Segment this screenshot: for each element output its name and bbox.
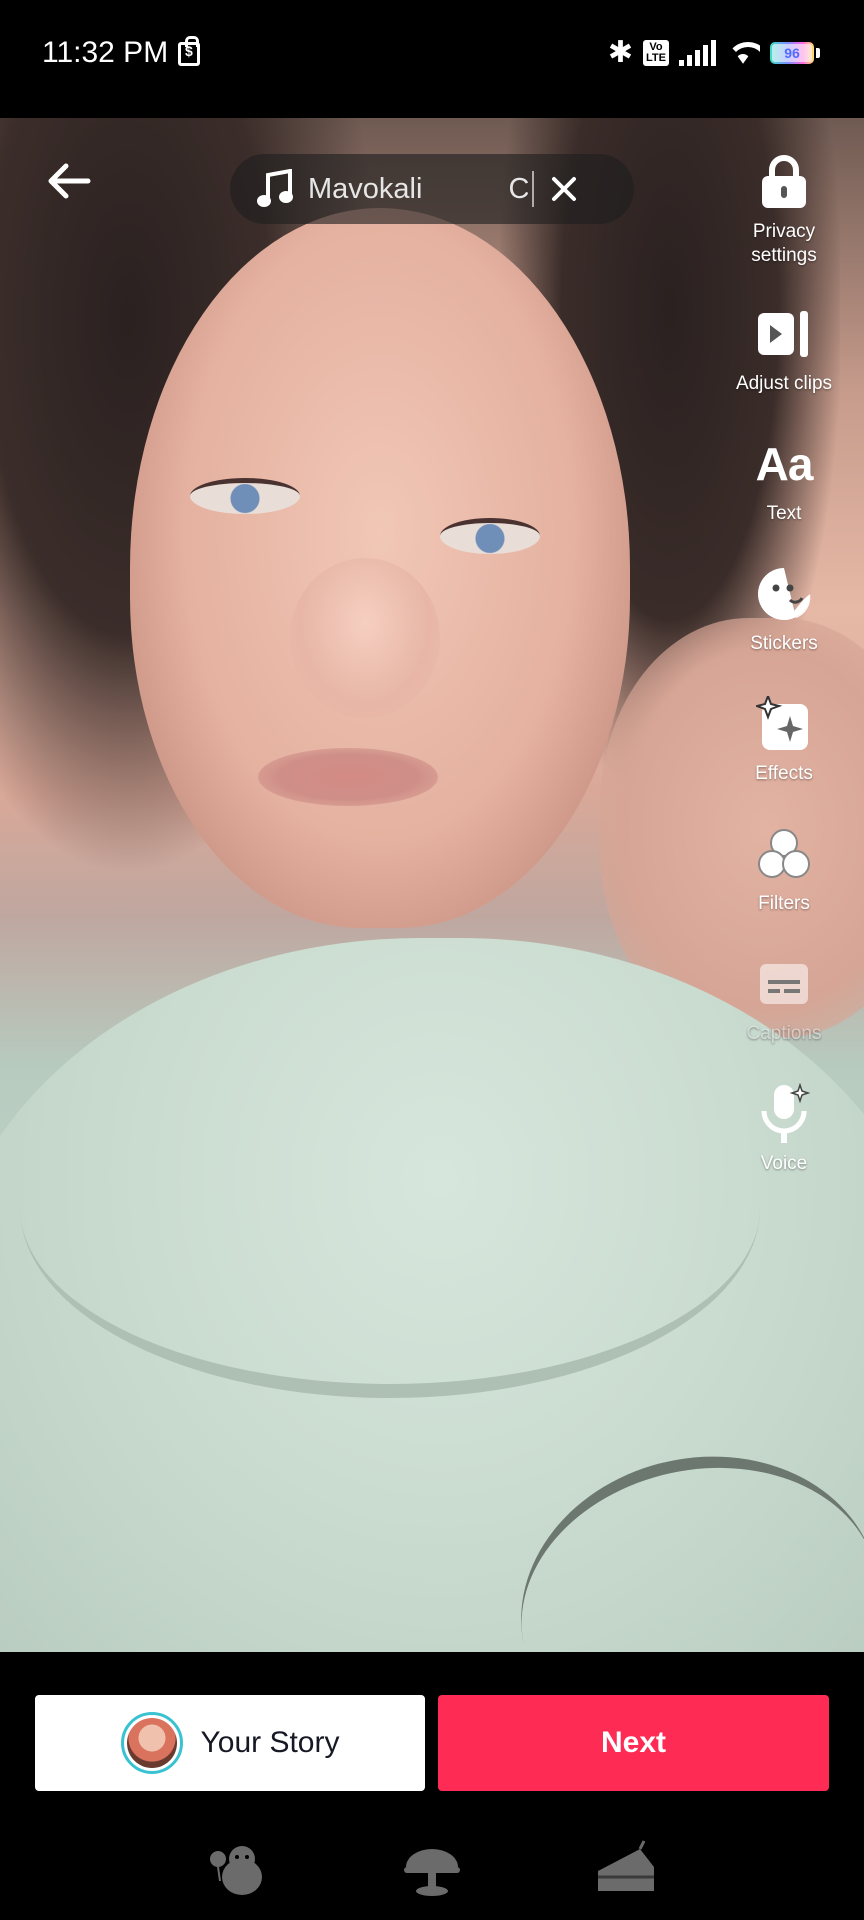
text-button[interactable]: Aa Text bbox=[704, 434, 864, 526]
stickers-button[interactable]: Stickers bbox=[704, 564, 864, 656]
bluetooth-icon: ✱ bbox=[607, 36, 634, 69]
music-note-icon bbox=[257, 169, 293, 207]
close-icon[interactable] bbox=[548, 173, 580, 205]
effects-button[interactable]: Effects bbox=[704, 694, 864, 786]
divider bbox=[532, 171, 534, 207]
status-time: 11:32 PM bbox=[42, 36, 169, 69]
status-icons: ✱ Vo LTE 96 bbox=[608, 36, 820, 70]
tool-label: Effects bbox=[755, 763, 813, 784]
adjust-clips-button[interactable]: Adjust clips bbox=[704, 304, 864, 396]
sound-title: Mavokali Co bbox=[308, 172, 528, 205]
next-label: Next bbox=[600, 1726, 667, 1759]
signal-icon bbox=[679, 40, 716, 66]
tool-label: Filters bbox=[758, 893, 810, 914]
bottom-action-bar: Your Story Next bbox=[0, 1652, 864, 1920]
your-story-label: Your Story bbox=[200, 1726, 340, 1759]
your-story-button[interactable]: Your Story bbox=[35, 1695, 425, 1791]
next-button[interactable]: Next bbox=[438, 1695, 829, 1791]
sticker-icon bbox=[758, 568, 811, 620]
adjust-clips-icon bbox=[758, 311, 808, 357]
lock-icon bbox=[762, 155, 806, 208]
cake-slice-icon[interactable] bbox=[594, 1837, 658, 1901]
shopping-bag-icon: $ bbox=[178, 36, 200, 66]
tool-label: Text bbox=[766, 503, 802, 524]
filters-icon bbox=[758, 829, 810, 878]
volte-icon: Vo LTE bbox=[643, 40, 669, 66]
back-arrow-icon[interactable] bbox=[44, 156, 94, 206]
privacy-settings-button[interactable]: Privacy settings bbox=[704, 152, 864, 268]
penguin-balloon-icon[interactable] bbox=[206, 1837, 270, 1901]
tool-label: Privacy settings bbox=[751, 221, 817, 266]
battery-icon: 96 bbox=[770, 42, 820, 64]
captions-icon bbox=[760, 964, 808, 1004]
voice-icon bbox=[761, 1083, 811, 1143]
filters-button[interactable]: Filters bbox=[704, 824, 864, 916]
system-nav-icons bbox=[0, 1837, 864, 1907]
text-icon: Aa bbox=[755, 438, 814, 490]
captions-button[interactable]: Captions bbox=[704, 954, 864, 1046]
status-bar: 11:32 PM $ ✱ Vo LTE 96 bbox=[0, 0, 864, 110]
cake-stand-icon[interactable] bbox=[400, 1837, 464, 1901]
battery-level: 96 bbox=[772, 44, 812, 62]
sound-selector[interactable]: Mavokali Co bbox=[230, 154, 634, 224]
tool-label: Adjust clips bbox=[735, 373, 833, 394]
tool-label: Stickers bbox=[750, 633, 818, 654]
tool-label: Captions bbox=[746, 1023, 822, 1044]
voice-button[interactable]: Voice bbox=[704, 1083, 864, 1176]
wifi-icon bbox=[726, 40, 760, 66]
effects-icon bbox=[756, 696, 808, 750]
avatar bbox=[120, 1712, 183, 1774]
tool-label: Voice bbox=[760, 1153, 808, 1174]
